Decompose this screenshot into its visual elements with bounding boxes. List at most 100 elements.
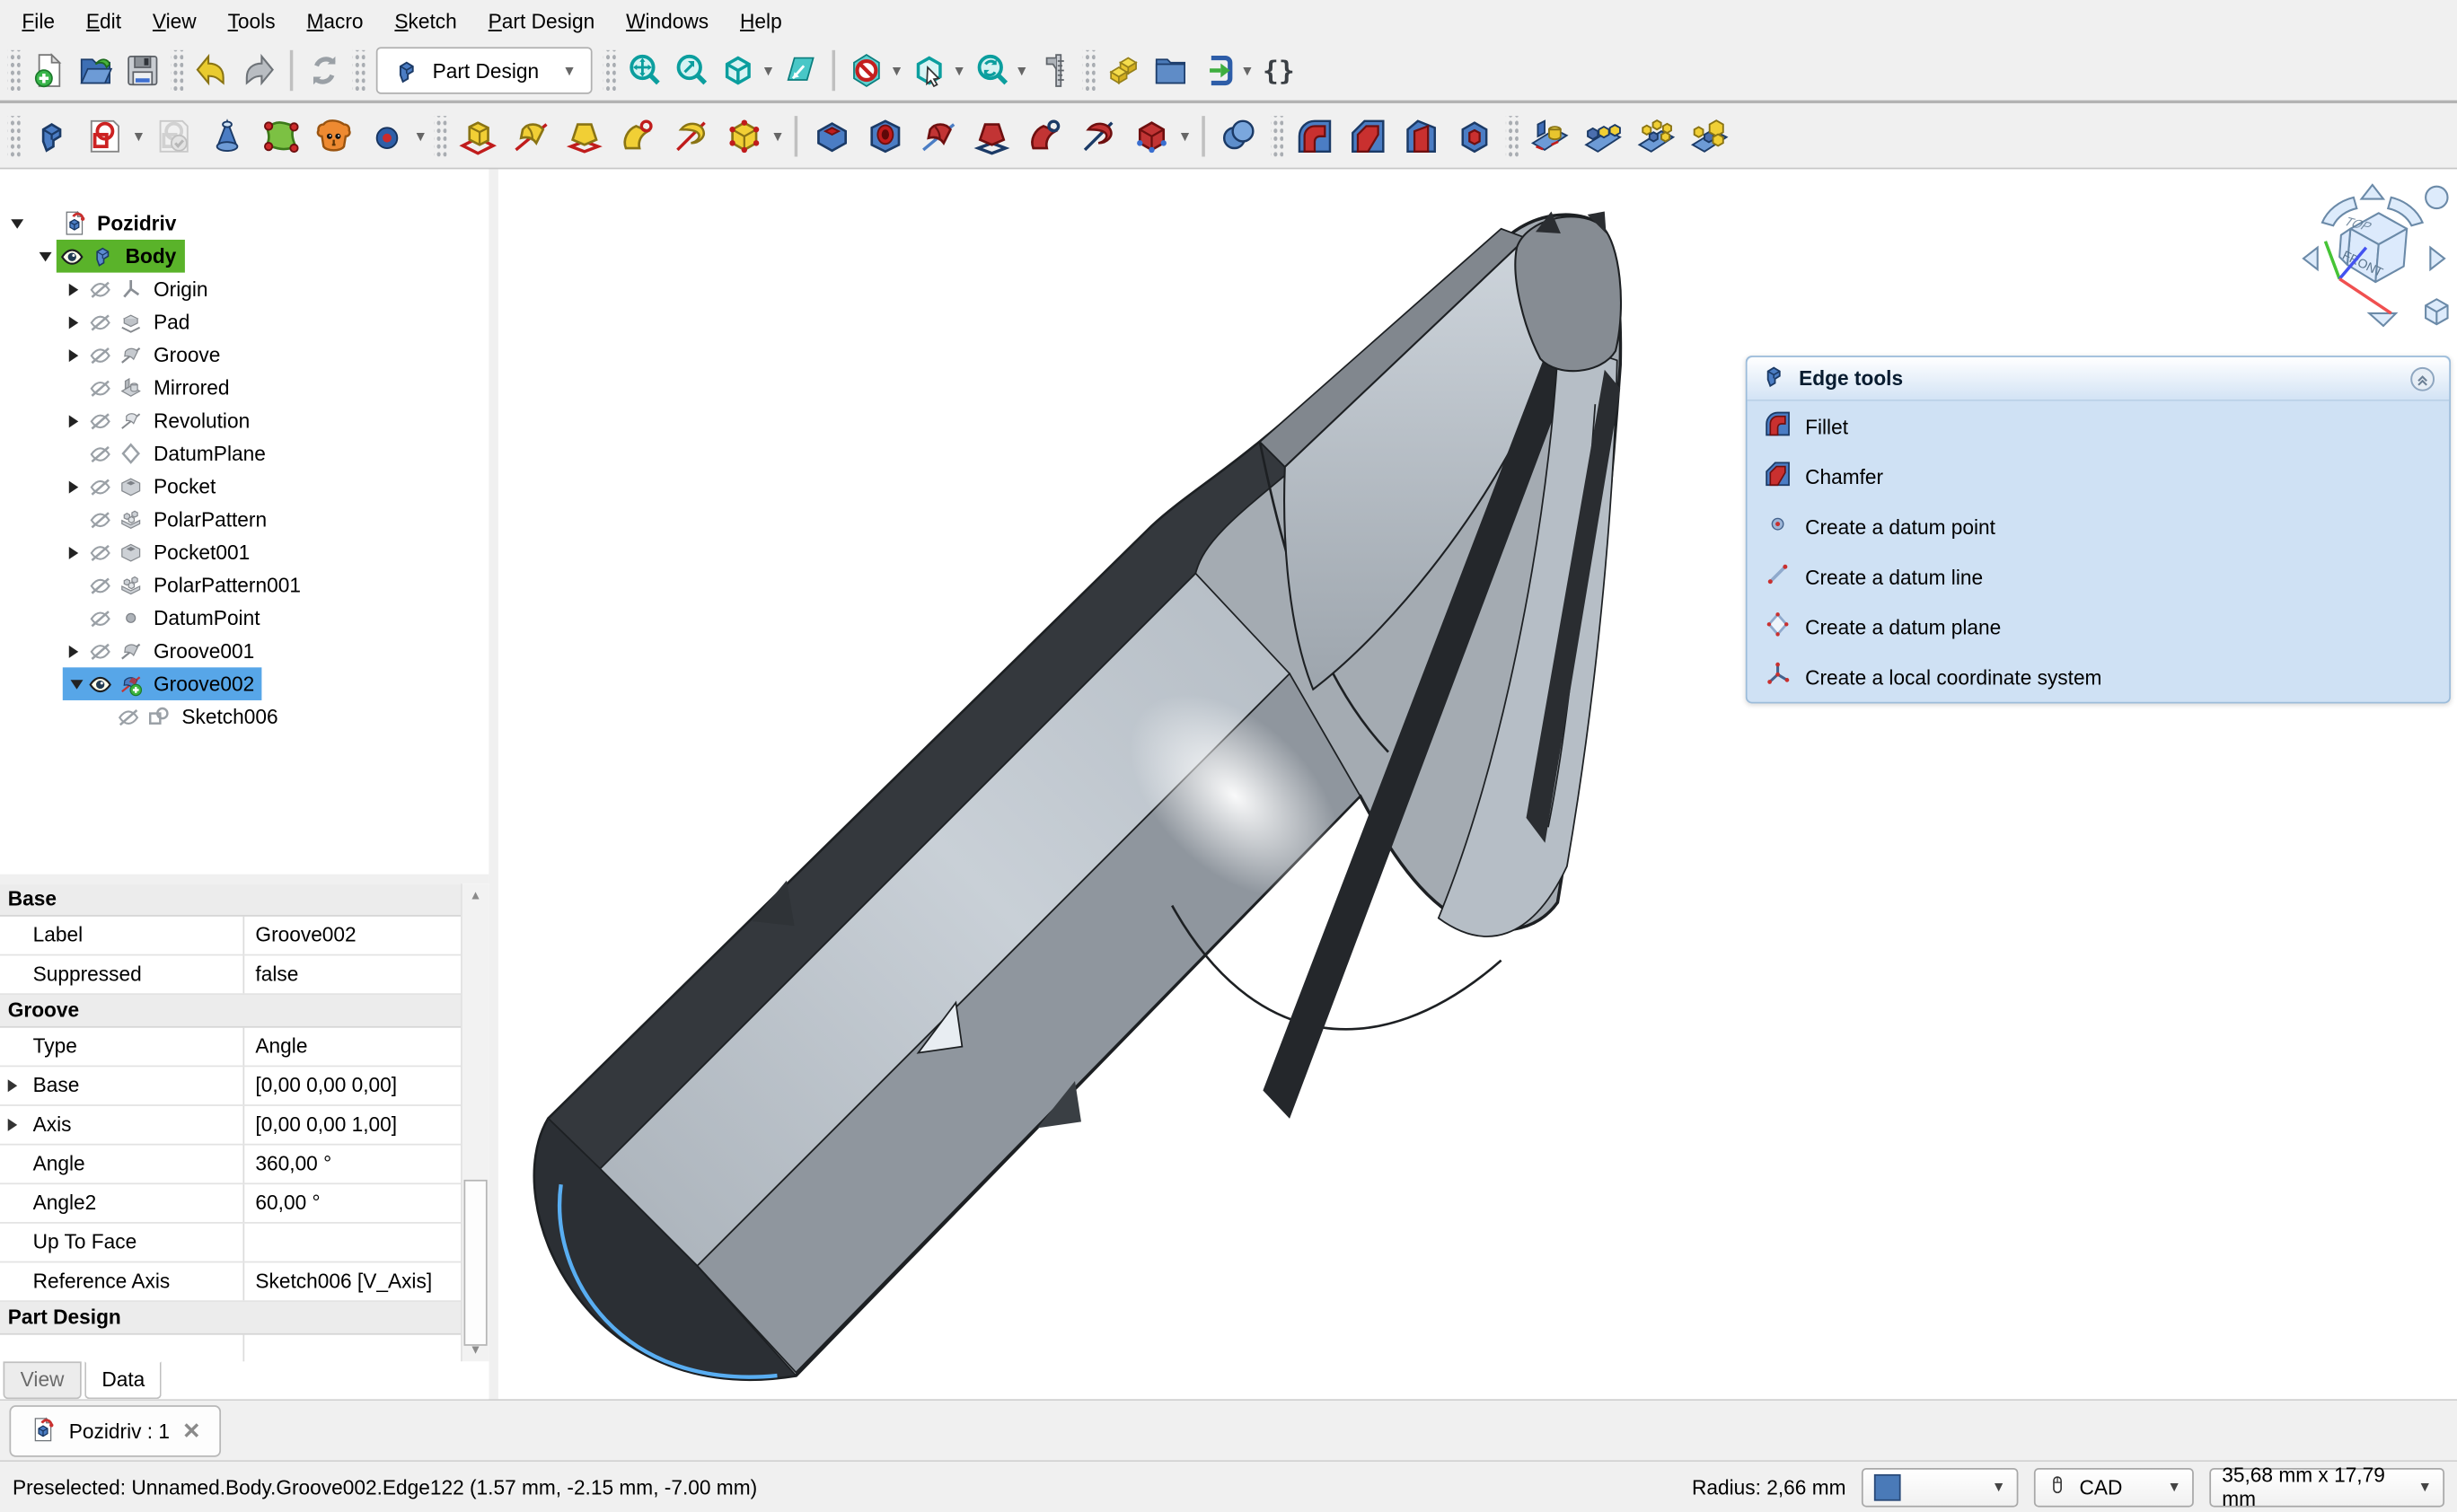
linear-pattern-button[interactable] bbox=[1578, 110, 1628, 161]
toolbar-drag-handle[interactable] bbox=[1271, 115, 1283, 155]
additive-loft-button[interactable] bbox=[559, 110, 610, 161]
tree-expander-icon[interactable] bbox=[63, 645, 84, 657]
polar-pattern-button[interactable] bbox=[1631, 110, 1681, 161]
tree-expander-icon[interactable] bbox=[66, 679, 87, 688]
toolbar-drag-handle[interactable] bbox=[171, 50, 183, 91]
menu-tools[interactable]: Tools bbox=[212, 3, 291, 39]
open-file-button[interactable] bbox=[74, 48, 118, 92]
visibility-off-icon[interactable] bbox=[88, 310, 118, 335]
tree-item-pozidriv[interactable]: Pozidriv bbox=[0, 207, 489, 240]
sync-view-button[interactable] bbox=[779, 48, 823, 92]
fillet-button[interactable] bbox=[1290, 110, 1340, 161]
save-file-button[interactable] bbox=[120, 48, 164, 92]
color-swatch-dropdown[interactable]: ▼ bbox=[1862, 1467, 2018, 1507]
additive-box-button[interactable] bbox=[719, 110, 770, 161]
property-row-angle2[interactable]: Angle260,00 ° bbox=[0, 1184, 462, 1224]
create-body-button[interactable] bbox=[27, 110, 77, 161]
tree-item-mirrored[interactable]: Mirrored bbox=[0, 372, 489, 405]
view-cube-button[interactable] bbox=[716, 48, 760, 92]
toolbar-drag-handle[interactable] bbox=[8, 115, 21, 155]
subtractive-loft-button[interactable] bbox=[966, 110, 1017, 161]
property-row-angle[interactable]: Angle360,00 ° bbox=[0, 1146, 462, 1185]
tree-item-body[interactable]: Body bbox=[0, 240, 489, 273]
tree-item-sketch006[interactable]: Sketch006 bbox=[0, 700, 489, 734]
menu-part-design[interactable]: Part Design bbox=[472, 3, 610, 39]
tree-expander-icon[interactable] bbox=[63, 415, 84, 427]
menu-windows[interactable]: Windows bbox=[611, 3, 725, 39]
scroll-down-icon[interactable]: ▼ bbox=[462, 1338, 489, 1361]
map-sketch-button[interactable] bbox=[202, 110, 252, 161]
tab-view[interactable]: View bbox=[3, 1361, 81, 1399]
subtractive-helix-button[interactable] bbox=[1073, 110, 1123, 161]
pocket-button[interactable] bbox=[806, 110, 857, 161]
scrollbar-thumb[interactable] bbox=[463, 1180, 487, 1345]
expressions-button[interactable]: {} bbox=[1257, 48, 1301, 92]
refresh-button[interactable] bbox=[303, 48, 347, 92]
toolbar-drag-handle[interactable] bbox=[603, 50, 616, 91]
boolean-button[interactable] bbox=[1214, 110, 1264, 161]
menu-view[interactable]: View bbox=[136, 3, 212, 39]
toolbar-drag-handle[interactable] bbox=[434, 115, 446, 155]
subtractive-pipe-button[interactable] bbox=[1020, 110, 1070, 161]
edge-tool-create-a-datum-plane[interactable]: Create a datum plane bbox=[1748, 602, 2450, 652]
tree-expander-icon[interactable] bbox=[63, 316, 84, 329]
groove-button[interactable] bbox=[913, 110, 964, 161]
additive-helix-button[interactable] bbox=[665, 110, 716, 161]
scroll-up-icon[interactable]: ▲ bbox=[462, 883, 489, 907]
visibility-off-icon[interactable] bbox=[116, 704, 145, 729]
tree-expander-icon[interactable] bbox=[63, 480, 84, 493]
property-value[interactable]: 60,00 ° bbox=[244, 1184, 462, 1222]
datum-point-button[interactable] bbox=[362, 110, 412, 161]
scaled-button[interactable] bbox=[1684, 110, 1734, 161]
edge-tool-chamfer[interactable]: Chamfer bbox=[1748, 452, 2450, 502]
dock-viewport-splitter[interactable] bbox=[489, 169, 498, 1399]
menu-file[interactable]: File bbox=[6, 3, 70, 39]
property-value[interactable] bbox=[244, 1224, 462, 1261]
tree-expander-icon[interactable] bbox=[63, 546, 84, 558]
tab-data[interactable]: Data bbox=[84, 1361, 162, 1399]
subtractive-box-button[interactable] bbox=[1126, 110, 1176, 161]
clipping-button[interactable] bbox=[844, 48, 888, 92]
property-value[interactable]: Groove002 bbox=[244, 917, 462, 954]
visibility-on-icon[interactable] bbox=[59, 243, 89, 268]
property-row-axis[interactable]: Axis[0,00 0,00 1,00] bbox=[0, 1106, 462, 1146]
tree-item-datumplane[interactable]: DatumPlane bbox=[0, 437, 489, 470]
visibility-off-icon[interactable] bbox=[88, 605, 118, 630]
visibility-off-icon[interactable] bbox=[88, 474, 118, 499]
std-part-button[interactable] bbox=[1101, 48, 1145, 92]
toolbar-drag-handle[interactable] bbox=[1082, 50, 1095, 91]
visibility-off-icon[interactable] bbox=[88, 573, 118, 598]
visibility-off-icon[interactable] bbox=[88, 506, 118, 532]
make-link-dropdown-icon[interactable]: ▼ bbox=[1240, 63, 1255, 78]
tree-item-datumpoint[interactable]: DatumPoint bbox=[0, 602, 489, 635]
property-value[interactable]: [0,00 0,00 1,00] bbox=[244, 1106, 462, 1144]
tree-item-origin[interactable]: Origin bbox=[0, 273, 489, 306]
tree-item-pocket001[interactable]: Pocket001 bbox=[0, 536, 489, 569]
redo-button[interactable] bbox=[236, 48, 280, 92]
workbench-selector[interactable]: Part Design▼ bbox=[376, 47, 593, 93]
visibility-off-icon[interactable] bbox=[88, 638, 118, 664]
visibility-off-icon[interactable] bbox=[88, 277, 118, 302]
revolution-button[interactable] bbox=[506, 110, 556, 161]
dock-splitter[interactable] bbox=[0, 875, 489, 883]
tree-item-groove[interactable]: Groove bbox=[0, 338, 489, 372]
tree-expander-icon[interactable] bbox=[34, 251, 56, 260]
tree-item-polarpattern[interactable]: PolarPattern bbox=[0, 503, 489, 536]
menu-help[interactable]: Help bbox=[725, 3, 798, 39]
property-row-label[interactable]: LabelGroove002 bbox=[0, 917, 462, 956]
3d-viewport[interactable]: TOP FRONT Edge tools FilletChamferCreate… bbox=[498, 169, 2457, 1399]
property-row-suppressed[interactable]: Suppressedfalse bbox=[0, 955, 462, 995]
document-tab[interactable]: Pozidriv : 1 ✕ bbox=[9, 1405, 221, 1457]
subtractive-box-dropdown-icon[interactable]: ▼ bbox=[1178, 127, 1193, 143]
visibility-off-icon[interactable] bbox=[88, 375, 118, 400]
std-group-button[interactable] bbox=[1148, 48, 1192, 92]
new-file-button[interactable] bbox=[27, 48, 71, 92]
menu-macro[interactable]: Macro bbox=[291, 3, 379, 39]
create-sketch-button[interactable] bbox=[80, 110, 130, 161]
zoom-fit-button[interactable] bbox=[621, 48, 665, 92]
edge-tool-create-a-datum-point[interactable]: Create a datum point bbox=[1748, 501, 2450, 551]
datum-point-dropdown-icon[interactable]: ▼ bbox=[414, 127, 428, 143]
draft-button[interactable] bbox=[1396, 110, 1446, 161]
chamfer-button[interactable] bbox=[1343, 110, 1393, 161]
property-expander-icon[interactable] bbox=[0, 1067, 25, 1104]
